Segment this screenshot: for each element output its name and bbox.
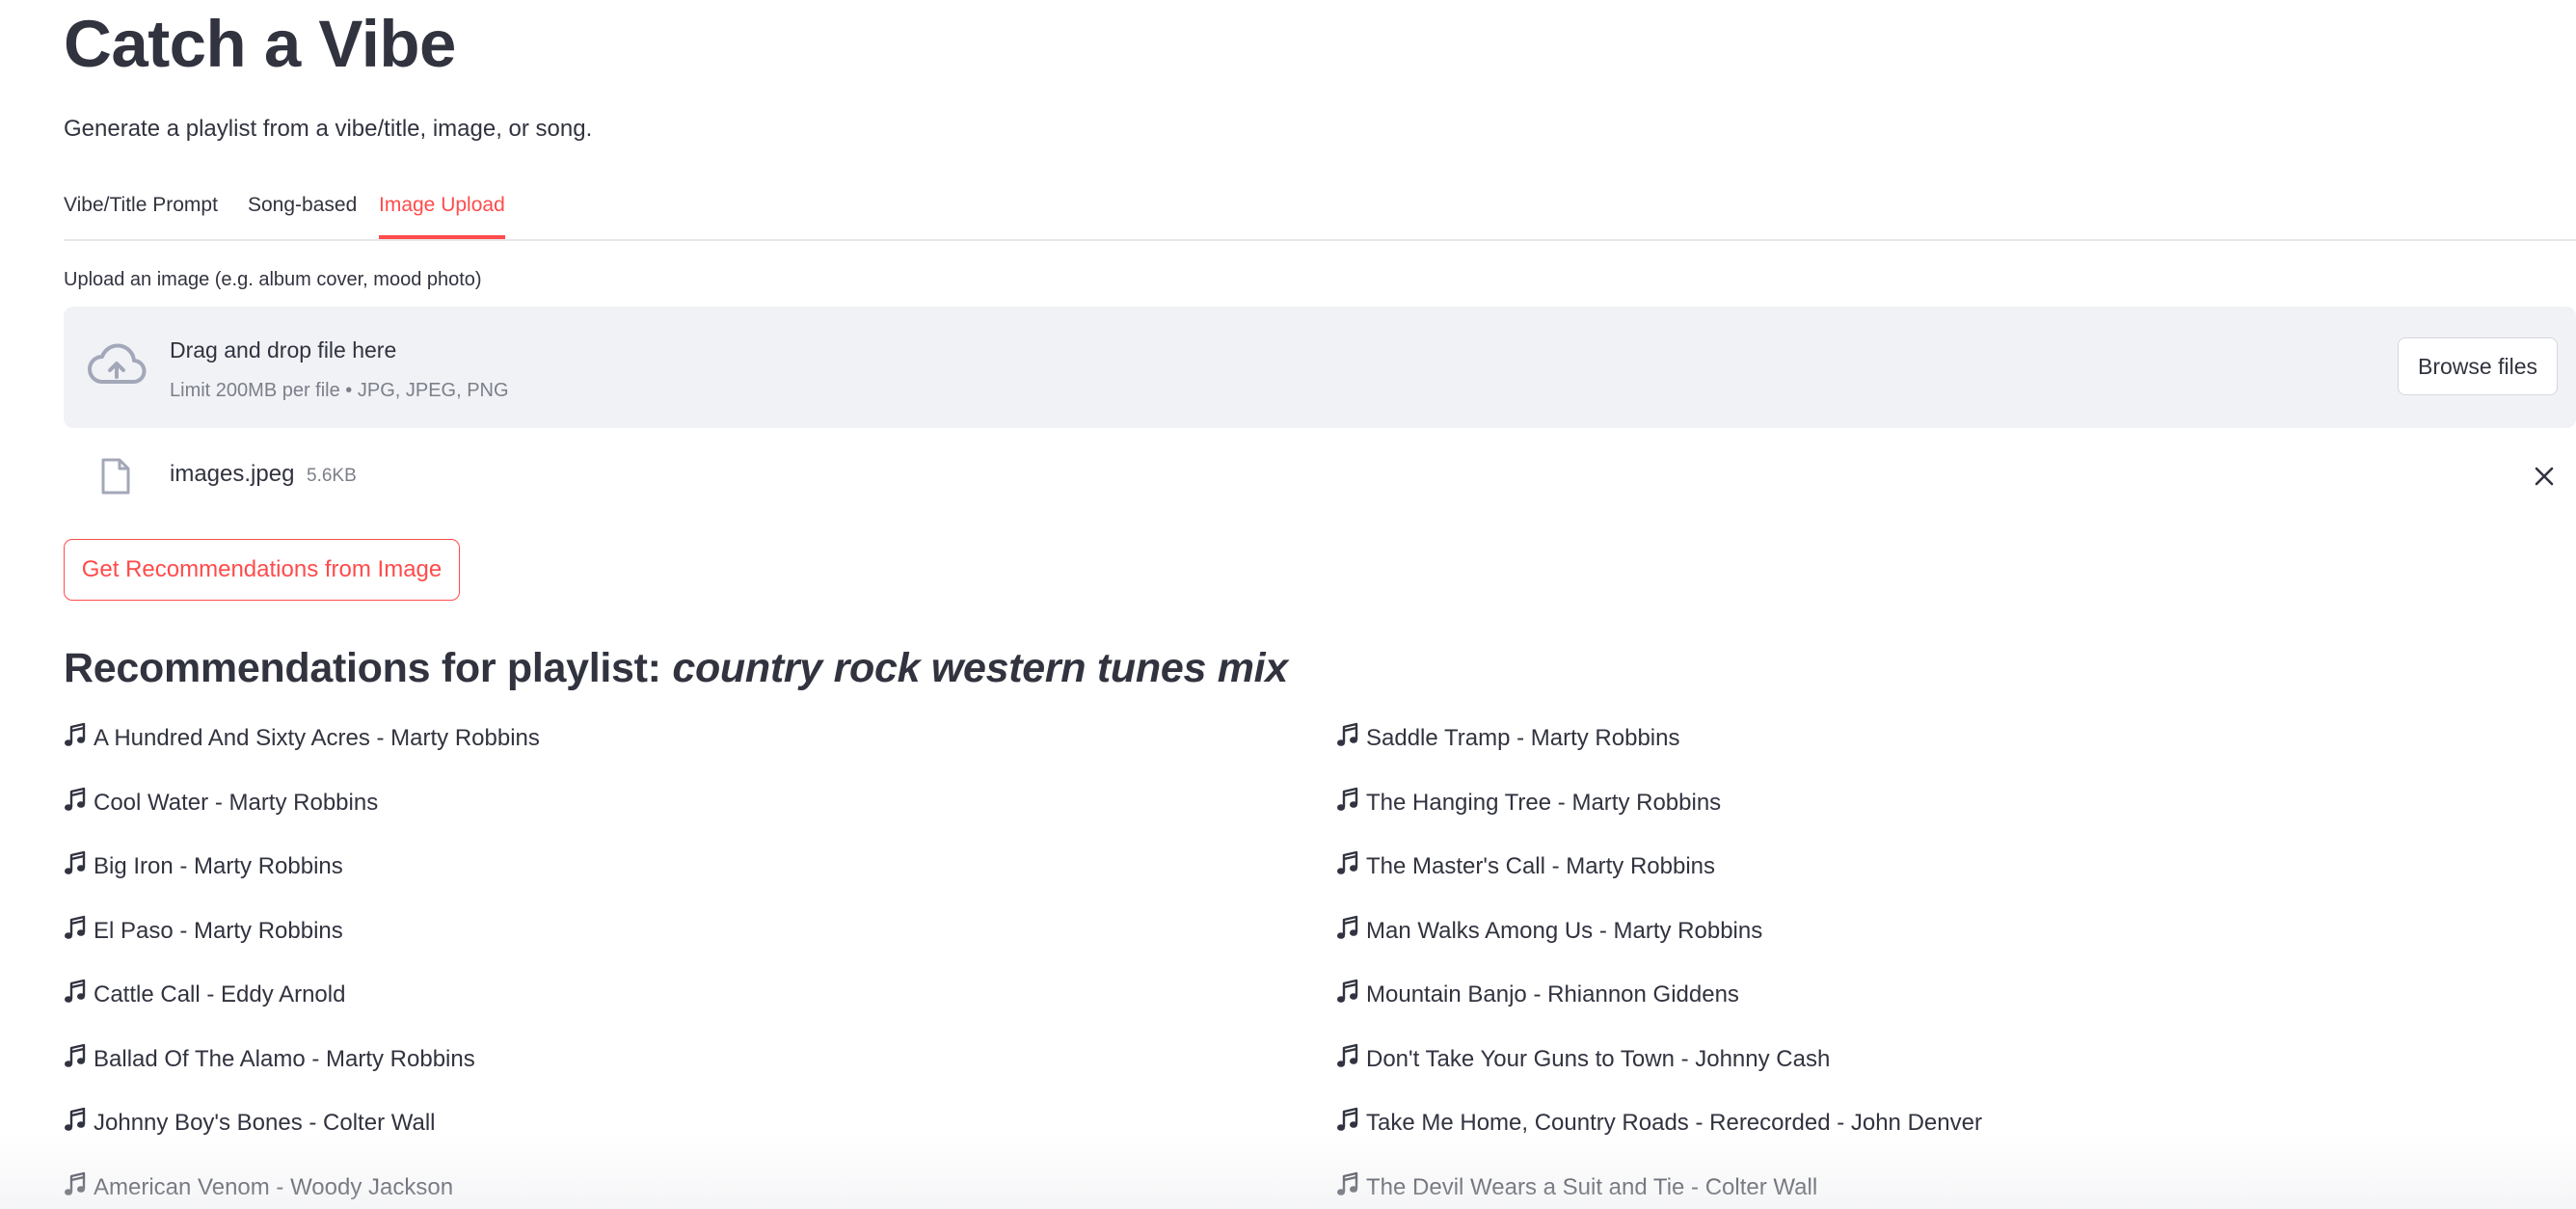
page-subtitle: Generate a playlist from a vibe/title, i… [64, 116, 593, 142]
tab-song-based[interactable]: Song-based [248, 191, 357, 220]
recommendations-heading: Recommendations for playlist: country ro… [64, 638, 1288, 698]
tab-vibe-title-prompt[interactable]: Vibe/Title Prompt [64, 191, 218, 220]
uploaded-file-row: images.jpeg 5.6KB [64, 443, 2576, 507]
browse-files-button[interactable]: Browse files [2398, 337, 2558, 395]
music-note-icon [65, 1171, 86, 1196]
recommendations-heading-prefix: Recommendations for playlist: [64, 645, 673, 691]
song-title: Saddle Tramp - Marty Robbins [1366, 725, 1680, 751]
music-note-icon [1337, 1107, 1358, 1131]
music-note-icon [1337, 979, 1358, 1003]
close-icon[interactable] [2530, 462, 2559, 491]
uploader-label: Upload an image (e.g. album cover, mood … [64, 269, 482, 290]
list-item: Mountain Banjo - Rhiannon Giddens [1336, 978, 1982, 1042]
song-title: Take Me Home, Country Roads - Rerecorded… [1366, 1110, 1982, 1136]
music-note-icon [1337, 915, 1358, 939]
uploaded-file-size: 5.6KB [307, 466, 357, 486]
page-title: Catch a Vibe [64, 7, 456, 81]
music-note-icon [65, 850, 86, 874]
music-note-icon [1337, 1171, 1358, 1196]
list-item: Man Walks Among Us - Marty Robbins [1336, 914, 1982, 979]
list-item: American Venom - Woody Jackson [64, 1170, 540, 1209]
song-title: Man Walks Among Us - Marty Robbins [1366, 917, 1763, 944]
list-item: El Paso - Marty Robbins [64, 914, 540, 979]
music-note-icon [65, 722, 86, 746]
song-title: Cattle Call - Eddy Arnold [94, 981, 346, 1008]
list-item: Big Iron - Marty Robbins [64, 849, 540, 914]
song-title: The Devil Wears a Suit and Tie - Colter … [1366, 1173, 1818, 1200]
song-title: Big Iron - Marty Robbins [94, 853, 343, 879]
song-title: The Master's Call - Marty Robbins [1366, 853, 1716, 879]
song-title: Cool Water - Marty Robbins [94, 789, 379, 816]
file-icon [101, 458, 130, 495]
dropzone-limit-text: Limit 200MB per file • JPG, JPEG, PNG [170, 380, 509, 401]
list-item: The Hanging Tree - Marty Robbins [1336, 786, 1982, 850]
tab-image-upload[interactable]: Image Upload [379, 191, 505, 220]
song-title: Mountain Banjo - Rhiannon Giddens [1366, 981, 1739, 1008]
music-note-icon [65, 979, 86, 1003]
song-title: A Hundred And Sixty Acres - Marty Robbin… [94, 725, 540, 751]
file-dropzone[interactable]: Drag and drop file here Limit 200MB per … [64, 307, 2576, 428]
list-item: Saddle Tramp - Marty Robbins [1336, 721, 1982, 786]
recommendations-left-column: A Hundred And Sixty Acres - Marty Robbin… [64, 721, 540, 1209]
music-note-icon [65, 1043, 86, 1067]
list-item: Cattle Call - Eddy Arnold [64, 978, 540, 1042]
music-note-icon [1337, 850, 1358, 874]
list-item: A Hundred And Sixty Acres - Marty Robbin… [64, 721, 540, 786]
tab-bar: Vibe/Title Prompt Song-based Image Uploa… [64, 183, 2576, 241]
list-item: The Devil Wears a Suit and Tie - Colter … [1336, 1170, 1982, 1209]
song-title: Don't Take Your Guns to Town - Johnny Ca… [1366, 1045, 1831, 1072]
dropzone-title: Drag and drop file here [170, 337, 397, 363]
music-note-icon [1337, 722, 1358, 746]
music-note-icon [65, 1107, 86, 1131]
music-note-icon [65, 787, 86, 811]
song-title: American Venom - Woody Jackson [94, 1173, 454, 1200]
recommendations-right-column: Saddle Tramp - Marty Robbins The Hanging … [1336, 721, 1982, 1209]
music-note-icon [65, 915, 86, 939]
list-item: Cool Water - Marty Robbins [64, 786, 540, 850]
list-item: Don't Take Your Guns to Town - Johnny Ca… [1336, 1042, 1982, 1107]
cloud-upload-icon [88, 343, 147, 384]
song-title: Johnny Boy's Bones - Colter Wall [94, 1110, 436, 1136]
get-recommendations-button[interactable]: Get Recommendations from Image [64, 539, 460, 601]
list-item: Take Me Home, Country Roads - Rerecorded… [1336, 1106, 1982, 1170]
list-item: The Master's Call - Marty Robbins [1336, 849, 1982, 914]
list-item: Ballad Of The Alamo - Marty Robbins [64, 1042, 540, 1107]
song-title: El Paso - Marty Robbins [94, 917, 343, 944]
music-note-icon [1337, 787, 1358, 811]
music-note-icon [1337, 1043, 1358, 1067]
uploaded-file-name: images.jpeg [170, 461, 295, 487]
list-item: Johnny Boy's Bones - Colter Wall [64, 1106, 540, 1170]
active-tab-indicator [379, 235, 505, 239]
song-title: Ballad Of The Alamo - Marty Robbins [94, 1045, 475, 1072]
playlist-name: country rock western tunes mix [672, 645, 1288, 691]
song-title: The Hanging Tree - Marty Robbins [1366, 789, 1722, 816]
app-page: Catch a Vibe Generate a playlist from a … [0, 0, 2576, 1209]
